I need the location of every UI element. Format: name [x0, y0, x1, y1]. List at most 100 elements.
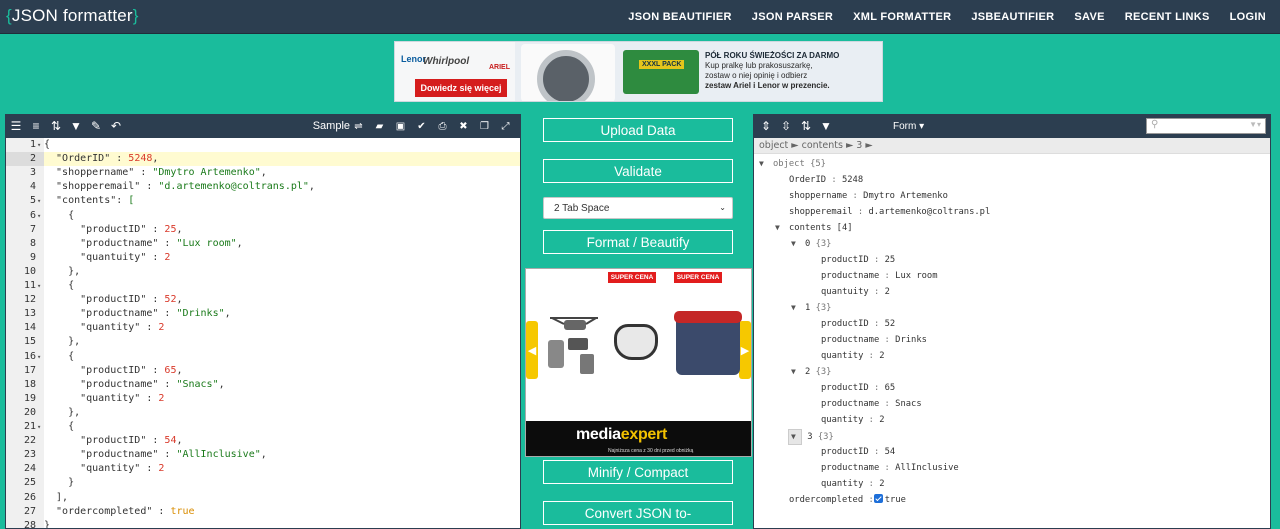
- tree-item[interactable]: ▼ 1 {3}: [791, 301, 831, 315]
- tree-field[interactable]: OrderID : 5248: [789, 173, 863, 187]
- tree-field[interactable]: quantity : 2: [821, 477, 885, 491]
- code-line[interactable]: 24 "quantity" : 2: [6, 462, 520, 476]
- tree-field[interactable]: productname : AllInclusive: [821, 461, 959, 475]
- tree-item[interactable]: ▼ 3 {3}: [788, 429, 834, 445]
- fullscreen-icon[interactable]: ⤢: [495, 115, 516, 138]
- code-line[interactable]: 2 "OrderID" : 5248,: [6, 152, 520, 167]
- code-line[interactable]: 4 "shopperemail" : "d.artemenko@coltrans…: [6, 180, 520, 194]
- ad-next-arrow-icon[interactable]: ▶: [739, 321, 751, 379]
- save-icon[interactable]: ▣: [390, 115, 411, 138]
- code-line[interactable]: 5 ▾ "contents": [: [6, 194, 520, 208]
- tree-field[interactable]: quantuity : 2: [821, 285, 890, 299]
- filter-icon[interactable]: ▼: [66, 115, 86, 138]
- nav-recent-links[interactable]: RECENT LINKS: [1125, 11, 1210, 23]
- code-line[interactable]: 9 "quantuity" : 2: [6, 251, 520, 265]
- code-line[interactable]: 11 ▾ {: [6, 279, 520, 293]
- site-logo[interactable]: {JSON formatter}: [6, 6, 139, 26]
- code-line[interactable]: 19 "quantity" : 2: [6, 392, 520, 406]
- validate-button[interactable]: Validate: [543, 159, 733, 183]
- nav-save[interactable]: SAVE: [1074, 11, 1104, 23]
- sort-icon[interactable]: ⇅: [46, 115, 66, 138]
- code-line[interactable]: 17 "productID" : 65,: [6, 364, 520, 378]
- code-line[interactable]: 21 ▾ {: [6, 420, 520, 434]
- code-line[interactable]: 8 "productname" : "Lux room",: [6, 237, 520, 251]
- top-banner-ad[interactable]: Lenor Whirlpool ARIEL Dowiedz się więcej…: [394, 41, 883, 102]
- nav-login[interactable]: LOGIN: [1230, 11, 1266, 23]
- code-line[interactable]: 28}: [6, 519, 520, 528]
- ad-prev-arrow-icon[interactable]: ◀: [526, 321, 538, 379]
- nav-jsbeautifier[interactable]: JSBEAUTIFIER: [971, 11, 1054, 23]
- collapse-all-icon[interactable]: ⇳: [776, 115, 796, 138]
- breadcrumb[interactable]: object ► contents ► 3 ►: [754, 138, 1270, 154]
- checkbox-icon[interactable]: [873, 494, 883, 503]
- format-icon[interactable]: ☰: [6, 115, 26, 138]
- tree-field[interactable]: ordercompleted : true: [789, 493, 906, 507]
- tree-field[interactable]: shoppername : Dmytro Artemenko: [789, 189, 948, 203]
- tree-field[interactable]: productID : 54: [821, 445, 895, 459]
- tree-field[interactable]: quantity : 2: [821, 413, 885, 427]
- code-line[interactable]: 20 },: [6, 406, 520, 420]
- fold-toggle-icon[interactable]: ▾: [37, 138, 41, 152]
- tree-field[interactable]: productname : Lux room: [821, 269, 938, 283]
- minify-compact-button[interactable]: Minify / Compact: [543, 460, 733, 484]
- upload-data-button[interactable]: Upload Data: [543, 118, 733, 142]
- code-line[interactable]: 12 "productID" : 52,: [6, 293, 520, 307]
- filter-icon[interactable]: ▼: [816, 115, 836, 138]
- json-editor[interactable]: 1 ▾{2 "OrderID" : 5248, 3 "shoppername" : …: [6, 138, 520, 528]
- print-icon[interactable]: ⎙: [432, 115, 453, 138]
- open-folder-icon[interactable]: ▰: [369, 115, 390, 138]
- fold-toggle-icon[interactable]: ▾: [37, 279, 41, 293]
- code-line[interactable]: 25 }: [6, 476, 520, 490]
- fold-toggle-icon[interactable]: ▾: [37, 209, 41, 223]
- tree-item[interactable]: ▼ 2 {3}: [791, 365, 831, 379]
- code-line[interactable]: 1 ▾{: [6, 138, 520, 152]
- code-line[interactable]: 15 },: [6, 335, 520, 349]
- code-line[interactable]: 6 ▾ {: [6, 209, 520, 223]
- nav-json-beautifier[interactable]: JSON BEAUTIFIER: [628, 11, 732, 23]
- code-line[interactable]: 26 ],: [6, 491, 520, 505]
- expand-all-icon[interactable]: ⇕: [756, 115, 776, 138]
- tree-field[interactable]: productID : 25: [821, 253, 895, 267]
- tree-item[interactable]: ▼ 0 {3}: [791, 237, 831, 251]
- code-line[interactable]: 13 "productname" : "Drinks",: [6, 307, 520, 321]
- copy-icon[interactable]: ❐: [474, 115, 495, 138]
- code-line[interactable]: 10 },: [6, 265, 520, 279]
- code-line[interactable]: 3 "shoppername" : "Dmytro Artemenko",: [6, 166, 520, 180]
- ad-cta-button[interactable]: Dowiedz się więcej: [415, 79, 507, 97]
- tree-field[interactable]: shopperemail : d.artemenko@coltrans.pl: [789, 205, 990, 219]
- nav-xml-formatter[interactable]: XML FORMATTER: [853, 11, 951, 23]
- sort-icon[interactable]: ⇅: [796, 115, 816, 138]
- tree-field[interactable]: productname : Snacs: [821, 397, 922, 411]
- convert-json-button[interactable]: Convert JSON to-: [543, 501, 733, 525]
- tree-field[interactable]: productname : Drinks: [821, 333, 927, 347]
- compact-icon[interactable]: ≡: [26, 115, 46, 138]
- fold-toggle-icon[interactable]: ▾: [37, 420, 41, 434]
- mode-dropdown[interactable]: Form ▾: [893, 115, 924, 138]
- nav-json-parser[interactable]: JSON PARSER: [752, 11, 833, 23]
- code-line[interactable]: 7 "productID" : 25,: [6, 223, 520, 237]
- fold-toggle-icon[interactable]: ▾: [37, 350, 41, 364]
- tree-field[interactable]: quantity : 2: [821, 349, 885, 363]
- tree-field[interactable]: productID : 52: [821, 317, 895, 331]
- repair-icon[interactable]: ✎: [86, 115, 106, 138]
- tree-field[interactable]: productID : 65: [821, 381, 895, 395]
- format-beautify-button[interactable]: Format / Beautify: [543, 230, 733, 254]
- usb-icon[interactable]: ⇌: [348, 115, 369, 138]
- check-icon[interactable]: ✔: [411, 115, 432, 138]
- code-line[interactable]: 18 "productname" : "Snacs",: [6, 378, 520, 392]
- search-options-icon[interactable]: ▼▾: [1249, 120, 1261, 129]
- side-ad[interactable]: SUPER CENA SUPER CENA ◀ ▶ mediaexpert Na…: [525, 268, 752, 457]
- tab-space-select[interactable]: 2 Tab Space ⌄: [543, 197, 733, 219]
- code-line[interactable]: 22 "productID" : 54,: [6, 434, 520, 448]
- clear-icon[interactable]: ✖: [453, 115, 474, 138]
- tree-root[interactable]: ▼ object {5}: [759, 157, 826, 171]
- undo-icon[interactable]: ↶: [106, 115, 126, 138]
- sample-link[interactable]: Sample: [313, 115, 350, 138]
- code-line[interactable]: 23 "productname" : "AllInclusive",: [6, 448, 520, 462]
- code-line[interactable]: 16 ▾ {: [6, 350, 520, 364]
- code-line[interactable]: 27 "ordercompleted" : true: [6, 505, 520, 519]
- tree-contents[interactable]: ▼ contents [4]: [775, 221, 853, 235]
- fold-toggle-icon[interactable]: ▾: [37, 194, 41, 208]
- code-line[interactable]: 14 "quantity" : 2: [6, 321, 520, 335]
- tree-search-input[interactable]: ⚲ ▼▾: [1146, 118, 1266, 134]
